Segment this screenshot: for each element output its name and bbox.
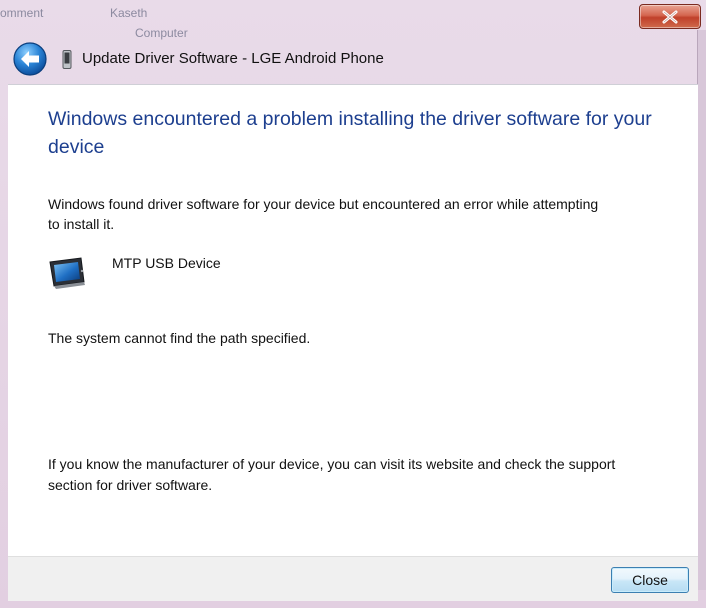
dialog-title: Update Driver Software - LGE Android Pho… (82, 50, 384, 67)
error-description: Windows found driver software for your d… (48, 196, 599, 232)
dialog-titlebar: Update Driver Software - LGE Android Pho… (8, 36, 698, 84)
manufacturer-hint: If you know the manufacturer of your dev… (48, 456, 616, 493)
error-heading: Windows encountered a problem installing… (48, 108, 652, 158)
update-driver-dialog: Update Driver Software - LGE Android Pho… (0, 0, 706, 608)
window-close-button[interactable] (639, 4, 701, 29)
close-x-icon (662, 10, 678, 23)
portable-device-icon (49, 257, 85, 289)
dialog-footer: Close (8, 556, 698, 601)
phone-device-icon (62, 50, 72, 69)
dialog-content: Windows encountered a problem installing… (8, 84, 698, 557)
close-button[interactable]: Close (611, 567, 689, 593)
back-arrow-icon[interactable] (12, 41, 48, 77)
device-name: MTP USB Device (112, 255, 221, 271)
error-message: The system cannot find the path specifie… (48, 330, 311, 346)
